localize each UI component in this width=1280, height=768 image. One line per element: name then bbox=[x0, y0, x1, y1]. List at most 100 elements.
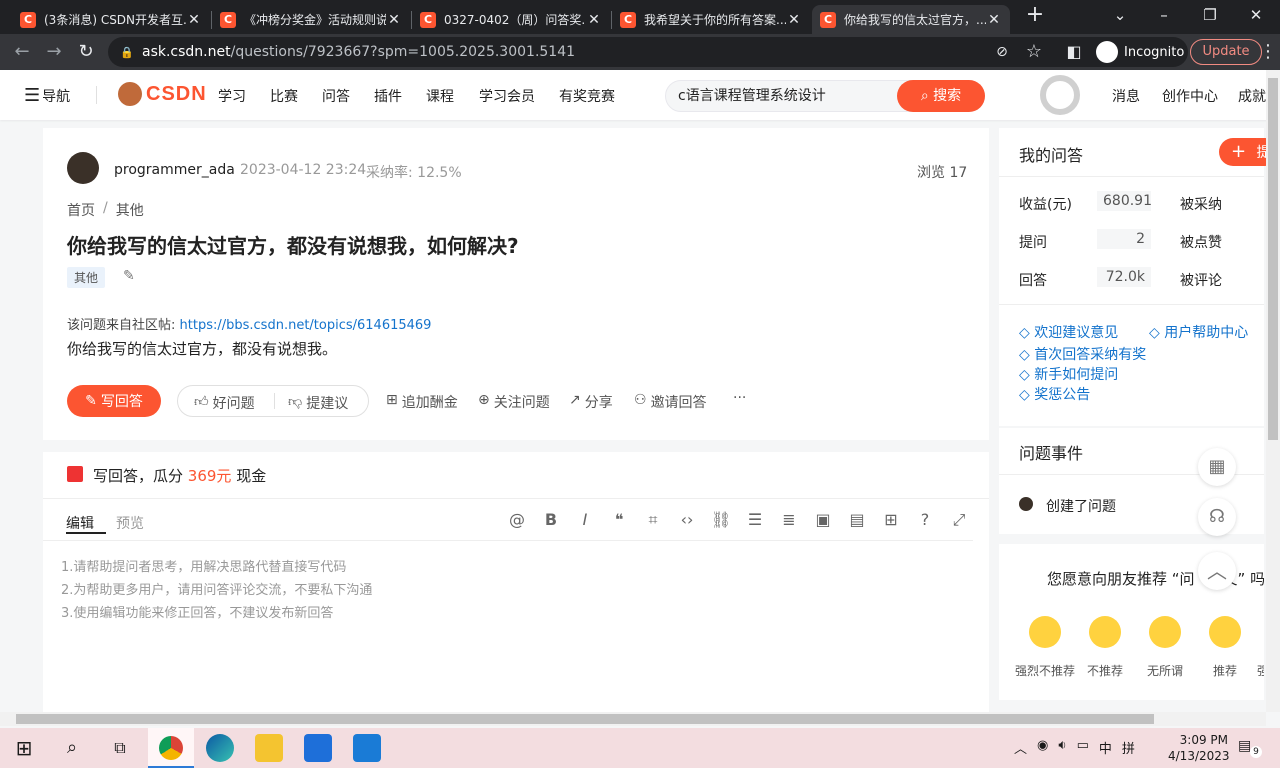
code-block-icon[interactable]: ▤ bbox=[847, 510, 867, 530]
author-name[interactable]: programmer_ada bbox=[114, 162, 235, 178]
close-icon[interactable]: ✕ bbox=[586, 12, 602, 28]
first-answer-link[interactable]: ◇ 首次回答采纳有奖 bbox=[1019, 344, 1146, 364]
forward-icon[interactable]: → bbox=[42, 40, 66, 64]
nav-item-plugin[interactable]: 插件 bbox=[374, 86, 402, 106]
minimize-icon[interactable]: – bbox=[1152, 3, 1176, 27]
scrollbar-thumb[interactable] bbox=[1268, 78, 1278, 440]
browser-tab[interactable]: C 《冲榜分奖金》活动规则说... ✕ bbox=[212, 5, 410, 34]
code-icon[interactable]: ‹› bbox=[677, 510, 697, 530]
search-input[interactable] bbox=[678, 87, 888, 103]
how-to-ask-link[interactable]: ◇ 新手如何提问 bbox=[1019, 364, 1118, 384]
nav-item-qa[interactable]: 问答 bbox=[322, 86, 350, 106]
neutral-icon[interactable] bbox=[1149, 616, 1181, 648]
tab-preview[interactable]: 预览 bbox=[116, 513, 144, 533]
answer-textarea[interactable]: 1.请帮助提问者思考，用解决思路代替直接写代码 2.为帮助更多用户，请用问答评论… bbox=[61, 556, 971, 706]
mail-icon[interactable] bbox=[353, 734, 381, 762]
link-icon[interactable]: ⛓ bbox=[711, 510, 731, 530]
menu-kebab-icon[interactable]: ⋮ bbox=[1256, 40, 1280, 64]
task-view-icon[interactable]: ⧉ bbox=[106, 734, 134, 762]
source-link[interactable]: https://bbs.csdn.net/topics/614615469 bbox=[180, 318, 432, 333]
close-icon[interactable]: ✕ bbox=[186, 12, 202, 28]
author-avatar[interactable] bbox=[67, 152, 99, 184]
bold-icon[interactable]: B bbox=[541, 510, 561, 530]
add-bounty-button[interactable]: ⊞ 追加酬金 bbox=[386, 392, 458, 412]
highlight-icon[interactable]: ⌗ bbox=[643, 510, 663, 530]
csdn-logo[interactable]: CSDN bbox=[118, 82, 207, 106]
meet-icon[interactable]: ◉ bbox=[1037, 738, 1048, 757]
close-icon[interactable]: ✕ bbox=[386, 12, 402, 28]
side-panel-icon[interactable]: ◧ bbox=[1062, 40, 1086, 64]
breadcrumb-category[interactable]: 其他 bbox=[116, 200, 144, 220]
nav-item-course[interactable]: 课程 bbox=[426, 86, 454, 106]
italic-icon[interactable]: I bbox=[575, 510, 595, 530]
volume-icon[interactable]: 🔉︎ bbox=[1058, 738, 1066, 757]
vertical-scrollbar[interactable] bbox=[1266, 70, 1280, 712]
eye-off-icon[interactable]: ⊘ bbox=[990, 40, 1014, 64]
search-icon[interactable]: ⌕ bbox=[58, 734, 86, 762]
invite-answer-button[interactable]: ⚇ 邀请回答 bbox=[634, 392, 707, 412]
at-icon[interactable]: @ bbox=[507, 510, 527, 530]
chevron-up-icon[interactable]: ︿ bbox=[1014, 738, 1027, 757]
update-button[interactable]: Update bbox=[1190, 39, 1262, 65]
back-icon[interactable]: ← bbox=[10, 40, 34, 64]
browser-tab-active[interactable]: C 你给我写的信太过官方，... ✕ bbox=[812, 5, 1010, 34]
window-close-icon[interactable]: ✕ bbox=[1244, 3, 1268, 27]
quote-icon[interactable]: ❝ bbox=[609, 510, 629, 530]
edit-icon[interactable]: ✎ bbox=[123, 268, 135, 284]
browser-tab[interactable]: C 0327-0402（周）问答奖... ✕ bbox=[412, 5, 610, 34]
search-button[interactable]: ⌕ 搜索 bbox=[897, 80, 985, 112]
reload-icon[interactable]: ↻ bbox=[74, 40, 98, 64]
browser-tab[interactable]: C 我希望关于你的所有答案... ✕ bbox=[612, 5, 810, 34]
strongly-not-recommend-icon[interactable] bbox=[1029, 616, 1061, 648]
suggest-button[interactable]: 👎︎ 提建议 bbox=[288, 393, 348, 413]
notification-center-button[interactable]: ▤ 9 bbox=[1238, 738, 1262, 758]
customer-service-icon[interactable]: ☊ bbox=[1198, 498, 1236, 536]
tab-edit[interactable]: 编辑 bbox=[66, 513, 94, 533]
new-tab-button[interactable]: + bbox=[1024, 4, 1046, 27]
chrome-taskbar-button[interactable] bbox=[148, 728, 194, 768]
help-icon[interactable]: ? bbox=[915, 510, 935, 530]
windows-start-icon[interactable]: ⊞ bbox=[10, 734, 38, 762]
file-explorer-icon[interactable] bbox=[255, 734, 283, 762]
network-icon[interactable]: ▭ bbox=[1077, 738, 1089, 757]
close-icon[interactable]: ✕ bbox=[986, 12, 1002, 28]
maximize-icon[interactable]: ❐ bbox=[1198, 3, 1222, 27]
recommend-icon[interactable] bbox=[1209, 616, 1241, 648]
image-icon[interactable]: ▣ bbox=[813, 510, 833, 530]
edge-icon[interactable] bbox=[206, 734, 234, 762]
close-icon[interactable]: ✕ bbox=[786, 12, 802, 28]
nav-item-vip[interactable]: 学习会员 bbox=[479, 86, 535, 106]
help-center-link[interactable]: ◇ 用户帮助中心 bbox=[1149, 322, 1248, 342]
keyboard-layout-icon[interactable]: 拼 bbox=[1122, 738, 1135, 757]
unordered-list-icon[interactable]: ☰ bbox=[745, 510, 765, 530]
tab-search-icon[interactable]: ⌄ bbox=[1108, 3, 1132, 27]
question-tag[interactable]: 其他 bbox=[67, 267, 106, 288]
nav-item-learn[interactable]: 学习 bbox=[218, 86, 246, 106]
write-answer-button[interactable]: ✎ 写回答 bbox=[67, 385, 161, 417]
breadcrumb-home[interactable]: 首页 bbox=[67, 200, 95, 220]
follow-question-button[interactable]: ⊕ 关注问题 bbox=[478, 392, 550, 412]
user-avatar[interactable] bbox=[1040, 75, 1080, 115]
share-button[interactable]: ↗ 分享 bbox=[569, 392, 613, 412]
ordered-list-icon[interactable]: ≣ bbox=[779, 510, 799, 530]
incognito-indicator[interactable]: Incognito bbox=[1096, 40, 1184, 64]
nav-menu-button[interactable]: ☰ 导航 bbox=[24, 85, 70, 106]
horizontal-scrollbar[interactable] bbox=[0, 712, 1266, 726]
nav-messages[interactable]: 消息 bbox=[1112, 86, 1140, 106]
nav-item-prize-contest[interactable]: 有奖竞赛 bbox=[559, 86, 615, 106]
rewards-notice-link[interactable]: ◇ 奖惩公告 bbox=[1019, 384, 1090, 404]
scrollbar-thumb[interactable] bbox=[16, 714, 1154, 724]
feedback-link[interactable]: ◇ 欢迎建议意见 bbox=[1019, 322, 1118, 342]
browser-tab[interactable]: C (3条消息) CSDN开发者互... ✕ bbox=[12, 5, 210, 34]
good-question-button[interactable]: 👍︎ 好问题 bbox=[194, 393, 255, 413]
not-recommend-icon[interactable] bbox=[1089, 616, 1121, 648]
fullscreen-icon[interactable]: ⤢ bbox=[949, 510, 969, 530]
ime-indicator[interactable]: 中 bbox=[1099, 738, 1112, 757]
qr-code-icon[interactable]: ▦ bbox=[1198, 448, 1236, 486]
table-icon[interactable]: ⊞ bbox=[881, 510, 901, 530]
more-options-button[interactable]: ··· bbox=[733, 390, 746, 406]
nav-creation-center[interactable]: 创作中心 bbox=[1162, 86, 1218, 106]
nav-achievements[interactable]: 成就 bbox=[1238, 86, 1266, 106]
clock[interactable]: 3:09 PM 4/13/2023 bbox=[1168, 732, 1230, 764]
bookmark-star-icon[interactable]: ☆ bbox=[1022, 40, 1046, 64]
